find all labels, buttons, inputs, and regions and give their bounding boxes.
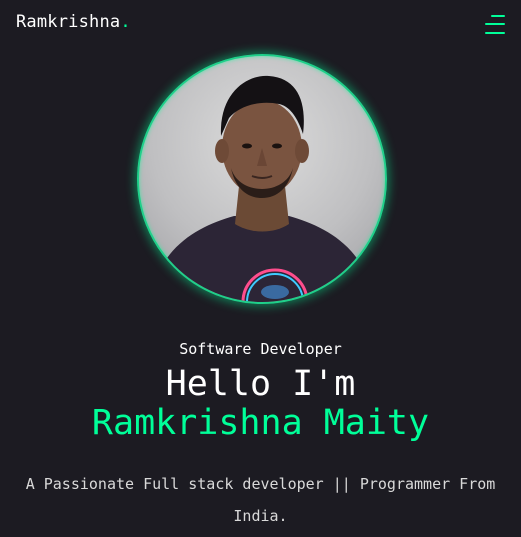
profile-photo-illustration	[149, 75, 375, 302]
logo-dot: .	[120, 12, 131, 32]
hero-description: A Passionate Full stack developer || Pro…	[25, 475, 496, 525]
profile-photo	[137, 54, 387, 304]
hero-name: Ramkrishna Maity	[91, 403, 430, 443]
menu-line	[485, 23, 505, 25]
menu-line	[491, 15, 505, 17]
logo-text: Ramkrishna	[16, 12, 121, 32]
site-logo[interactable]: Ramkrishna.	[16, 12, 131, 32]
hero-greeting: Hello I'm	[165, 364, 356, 404]
menu-line	[485, 32, 505, 34]
hamburger-menu-icon[interactable]	[483, 14, 505, 34]
hero-role: Software Developer	[179, 340, 342, 358]
